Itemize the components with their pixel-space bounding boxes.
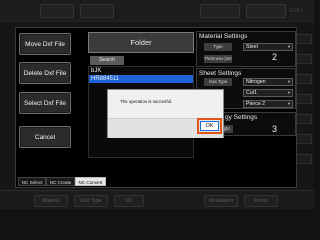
folder-button[interactable]: Folder [88,32,194,53]
cancel-button[interactable]: Cancel [19,126,71,148]
chevron-down-icon: ▼ [287,44,291,49]
background-material-button: Material [34,195,68,207]
tab-nc-select[interactable]: NC Select [18,177,46,186]
background-side-controls [296,24,314,194]
material-settings-panel: Material Settings Type Steel ▼ Thickness… [196,31,296,67]
pierce-value: Pierce 2 [246,101,266,107]
background-tab [80,4,114,18]
search-button[interactable]: Search [90,56,124,65]
background-side-button [296,54,312,64]
background-cut-label: Cut I [290,8,303,14]
tab-nc-convert[interactable]: NC Convert [75,177,106,186]
cut-type-select[interactable]: Cut1 ▼ [243,89,293,97]
height-settings-title: gy Settings [225,114,258,121]
background-side-button [296,134,312,144]
background-toolbar: Cut I [0,0,314,22]
delete-dxf-file-button[interactable]: Delete Dxf File [19,62,71,84]
pierce-select[interactable]: Pierce 2 ▼ [243,100,293,108]
file-list-item-selected[interactable]: HR884511 [89,75,193,83]
background-tab [40,4,74,18]
background-side-button [296,74,312,84]
background-tab [200,4,240,18]
background-bottom-bar: Material Gas Type NC Modulation Focus [0,190,314,209]
background-focus-button: Focus [244,195,278,207]
background-side-button [296,114,312,124]
select-dxf-file-button[interactable]: Select Dxf File [19,92,71,114]
gas-type-select[interactable]: Nitrogen ▼ [243,78,293,86]
material-type-value: Steel [246,44,258,50]
chevron-down-icon: ▼ [287,101,291,106]
height-value[interactable]: 3 [272,124,277,134]
background-tab [246,4,286,18]
background-modulation-button: Modulation [204,195,238,207]
dialog-message: The operation is succesful. [120,99,173,104]
sheet-settings-title: Sheet Settings [199,70,242,77]
chevron-down-icon: ▼ [287,90,291,95]
move-dxf-file-button[interactable]: Move Dxf File [19,33,71,55]
material-type-label: Type [204,43,232,51]
thickness-label: Thickness [mm] [204,55,232,63]
background-side-button [296,34,312,44]
ok-button[interactable]: OK [200,121,219,131]
gas-type-value: Nitrogen [246,79,266,85]
material-settings-title: Material Settings [199,33,248,40]
background-side-button [296,94,312,104]
tab-nc-create[interactable]: NC Create [46,177,75,186]
material-type-select[interactable]: Steel ▼ [243,43,293,51]
file-list-item[interactable]: bJK [89,67,193,75]
gas-type-label: Gas Type [204,78,232,86]
cut-type-value: Cut1 [246,90,257,96]
background-nc-button: NC [114,195,144,207]
thickness-value[interactable]: 2 [272,52,277,62]
background-side-button [296,154,312,164]
chevron-down-icon: ▼ [287,79,291,84]
background-gas-type-button: Gas Type [74,195,108,207]
